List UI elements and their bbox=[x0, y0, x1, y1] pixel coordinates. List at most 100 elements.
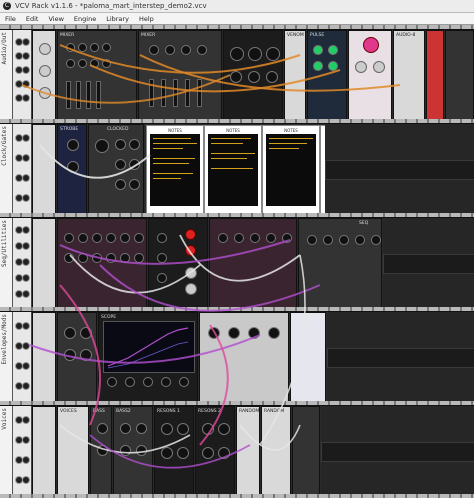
jack[interactable] bbox=[22, 342, 30, 350]
jack[interactable] bbox=[22, 38, 30, 46]
jack[interactable] bbox=[22, 274, 30, 282]
menu-view[interactable]: View bbox=[43, 15, 68, 23]
knob[interactable] bbox=[185, 283, 197, 295]
knob[interactable] bbox=[266, 233, 276, 243]
fader[interactable] bbox=[66, 81, 71, 109]
module-utility[interactable] bbox=[32, 124, 56, 215]
module-resons-1[interactable]: RESONS 1 bbox=[154, 406, 194, 497]
knob[interactable] bbox=[78, 233, 88, 243]
knob[interactable] bbox=[371, 235, 381, 245]
knob[interactable] bbox=[143, 377, 153, 387]
module-pink-osc[interactable] bbox=[348, 30, 392, 121]
knob[interactable] bbox=[129, 179, 140, 190]
module-random-a[interactable]: RANDOM bbox=[236, 406, 260, 497]
knob[interactable] bbox=[39, 43, 51, 55]
knob[interactable] bbox=[149, 45, 159, 55]
knob[interactable] bbox=[185, 229, 196, 240]
notes-text-area[interactable] bbox=[150, 134, 200, 206]
knob[interactable] bbox=[157, 253, 167, 263]
window-titlebar[interactable]: C VCV Rack v1.1.6 - *paloma_mart_interst… bbox=[0, 0, 474, 13]
module-output[interactable] bbox=[292, 406, 320, 497]
module-strobe[interactable]: STROBE bbox=[57, 124, 87, 215]
knob[interactable] bbox=[268, 327, 280, 339]
knob[interactable] bbox=[115, 139, 126, 150]
knob[interactable] bbox=[161, 423, 173, 435]
knob[interactable] bbox=[120, 423, 131, 434]
jack[interactable] bbox=[22, 242, 30, 250]
module-effect[interactable] bbox=[223, 30, 283, 121]
knob[interactable] bbox=[363, 37, 379, 53]
knob[interactable] bbox=[157, 273, 167, 283]
menu-edit[interactable]: Edit bbox=[21, 15, 44, 23]
knob[interactable] bbox=[136, 445, 147, 456]
notes-module-2[interactable]: NOTES bbox=[204, 125, 262, 215]
fader[interactable] bbox=[86, 81, 91, 109]
knob[interactable] bbox=[136, 423, 147, 434]
knob[interactable] bbox=[373, 61, 385, 73]
jack[interactable] bbox=[22, 436, 30, 444]
module-audio-8[interactable]: AUDIO-8 bbox=[393, 30, 425, 121]
knob[interactable] bbox=[177, 423, 189, 435]
module-mixer-a[interactable]: MIXER bbox=[57, 30, 137, 121]
jack[interactable] bbox=[22, 456, 30, 464]
knob[interactable] bbox=[165, 45, 175, 55]
jack[interactable] bbox=[22, 258, 30, 266]
knob[interactable] bbox=[248, 71, 260, 83]
knob[interactable] bbox=[307, 235, 317, 245]
knob[interactable] bbox=[197, 45, 207, 55]
knob[interactable] bbox=[64, 327, 76, 339]
knob[interactable] bbox=[230, 47, 244, 61]
knob[interactable] bbox=[266, 71, 278, 83]
knob[interactable] bbox=[134, 233, 144, 243]
module-bass[interactable]: BASS bbox=[90, 406, 112, 497]
module-red-strip[interactable] bbox=[426, 30, 444, 121]
module-utility[interactable] bbox=[32, 406, 56, 497]
knob[interactable] bbox=[78, 43, 87, 52]
knob[interactable] bbox=[177, 447, 189, 459]
knob[interactable] bbox=[161, 377, 171, 387]
jack[interactable] bbox=[22, 476, 30, 484]
menu-engine[interactable]: Engine bbox=[69, 15, 101, 23]
module-clocked[interactable]: CLOCKED bbox=[88, 124, 144, 215]
knob[interactable] bbox=[228, 327, 240, 339]
knob[interactable] bbox=[115, 159, 126, 170]
jack[interactable] bbox=[22, 194, 30, 202]
menu-help[interactable]: Help bbox=[134, 15, 159, 23]
knob[interactable] bbox=[95, 139, 109, 153]
module-mixer-b[interactable]: MIXER bbox=[138, 30, 222, 121]
knob[interactable] bbox=[115, 179, 126, 190]
module-utilities[interactable] bbox=[209, 218, 297, 309]
module-seq[interactable]: SEQ bbox=[298, 218, 382, 309]
knob[interactable] bbox=[248, 47, 262, 61]
knob[interactable] bbox=[134, 253, 144, 263]
module-resons-2[interactable]: RESONS 2 bbox=[195, 406, 235, 497]
fader[interactable] bbox=[149, 79, 154, 107]
jack[interactable] bbox=[22, 154, 30, 162]
fader[interactable] bbox=[185, 79, 190, 107]
jack[interactable] bbox=[22, 174, 30, 182]
knob[interactable] bbox=[90, 43, 99, 52]
fader[interactable] bbox=[197, 79, 202, 107]
knob[interactable] bbox=[157, 233, 167, 243]
notes-module-3[interactable]: NOTES bbox=[262, 125, 320, 215]
jack[interactable] bbox=[22, 362, 30, 370]
knob[interactable] bbox=[66, 59, 75, 68]
notes-text-area[interactable] bbox=[208, 134, 258, 206]
knob[interactable] bbox=[313, 45, 323, 55]
rack-canvas[interactable]: Audio/Out MIXER MIXER VENOM PULSE AUDIO-… bbox=[0, 25, 474, 498]
knob[interactable] bbox=[218, 423, 230, 435]
knob[interactable] bbox=[102, 43, 111, 52]
fader[interactable] bbox=[96, 81, 101, 109]
knob[interactable] bbox=[328, 61, 338, 71]
knob[interactable] bbox=[202, 447, 214, 459]
notes-text-area[interactable] bbox=[266, 134, 316, 206]
jack[interactable] bbox=[22, 226, 30, 234]
module-utility[interactable] bbox=[32, 218, 56, 309]
knob[interactable] bbox=[125, 377, 135, 387]
module-voices[interactable]: VOICES bbox=[57, 406, 89, 497]
knob[interactable] bbox=[107, 377, 117, 387]
knob[interactable] bbox=[78, 59, 87, 68]
jack[interactable] bbox=[22, 94, 30, 102]
knob[interactable] bbox=[234, 233, 244, 243]
jack[interactable] bbox=[22, 52, 30, 60]
